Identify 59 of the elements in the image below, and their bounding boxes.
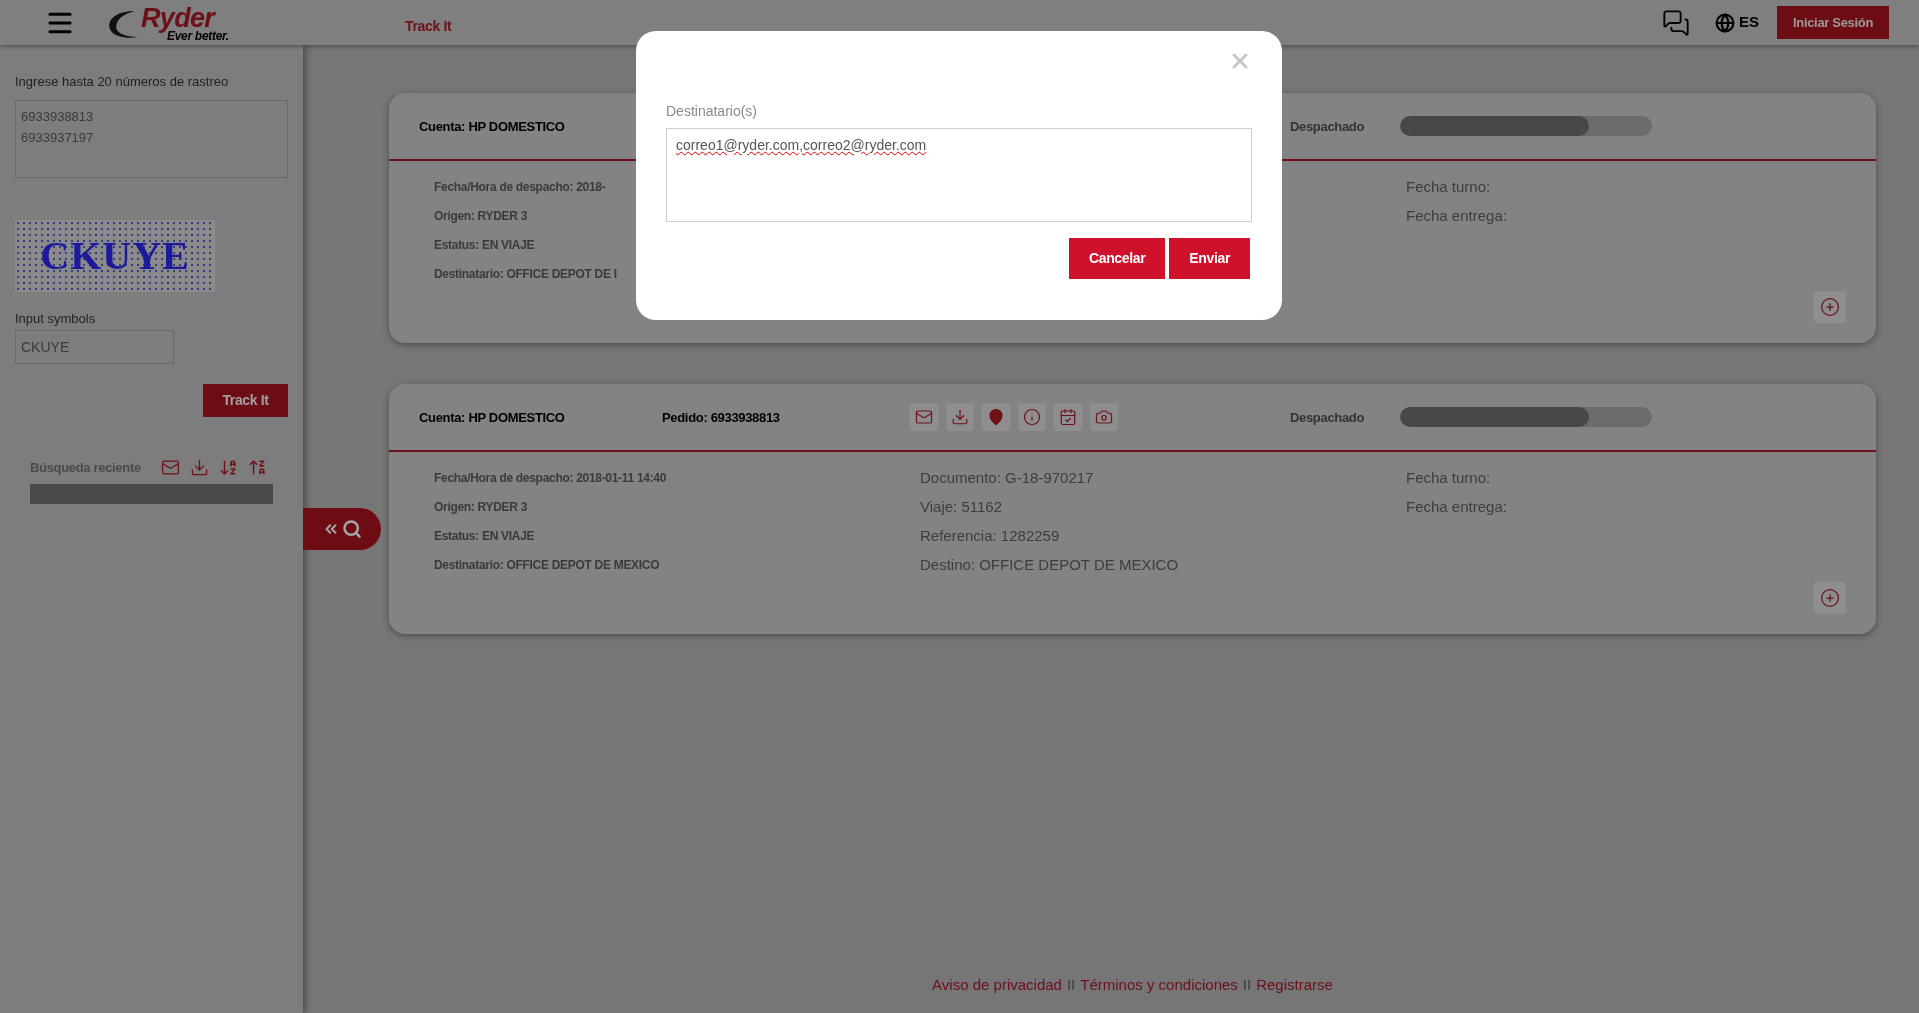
download-icon[interactable] <box>189 458 209 478</box>
date-text: Fecha turno: <box>1406 468 1491 488</box>
document-text: Referencia: 1282259 <box>920 526 1060 546</box>
info-icon[interactable] <box>1018 403 1046 431</box>
tracking-numbers-field[interactable]: 6933938813 6933937197 <box>15 99 288 178</box>
language-selector[interactable]: ES <box>1739 11 1759 34</box>
document-text: Documento: G-18-970217 <box>920 468 1094 488</box>
symbols-field[interactable]: CKUYE <box>15 330 174 364</box>
detail-text: Destinatario: OFFICE DEPOT DE I <box>434 266 617 283</box>
send-button[interactable]: Enviar <box>1169 238 1250 279</box>
plus-circle-icon <box>1820 297 1840 317</box>
document-text: Destino: OFFICE DEPOT DE MEXICO <box>920 555 1179 575</box>
sort-ascending-icon[interactable] <box>218 458 238 478</box>
detail-text: Estatus: EN VIAJE <box>434 528 535 545</box>
footer-link[interactable]: Registrarse <box>1256 973 1333 996</box>
login-button[interactable]: Iniciar Sesión <box>1777 6 1889 39</box>
recipients-label: Destinatario(s) <box>666 102 758 121</box>
logo-tagline: Ever better. <box>167 29 229 42</box>
footer-link[interactable]: Aviso de privacidad <box>932 973 1062 996</box>
footer-link[interactable]: Términos y condiciones <box>1080 973 1238 996</box>
recipients-field[interactable]: correo1@ryder.com,correo2@ryder.com <box>666 128 1252 222</box>
detail-text: Estatus: EN VIAJE <box>434 237 535 254</box>
camera-icon[interactable] <box>1090 403 1118 431</box>
detail-text: Origen: RYDER 3 <box>434 499 528 516</box>
detail-text: Fecha/Hora de despacho: 2018-01-11 14:40 <box>434 470 667 487</box>
expand-button[interactable] <box>1814 582 1846 614</box>
download-icon[interactable] <box>946 403 974 431</box>
detail-text: Origen: RYDER 3 <box>434 208 528 225</box>
sort-descending-icon[interactable] <box>247 458 267 478</box>
expand-button[interactable] <box>1814 291 1846 323</box>
tracking-number: 6933938813 <box>21 107 94 126</box>
map-pin-icon[interactable] <box>982 403 1010 431</box>
date-text: Fecha turno: <box>1406 177 1491 197</box>
account-label: Cuenta: HP DOMESTICO <box>419 119 565 134</box>
status-label: Despachado <box>1290 410 1365 425</box>
collapse-search-tab[interactable] <box>303 508 381 550</box>
mail-icon[interactable] <box>910 403 938 431</box>
cancel-button[interactable]: Cancelar <box>1068 238 1166 279</box>
order-label: Pedido: 6933938813 <box>662 410 780 425</box>
account-label: Cuenta: HP DOMESTICO <box>419 410 565 425</box>
plus-circle-icon <box>1820 588 1840 608</box>
date-text: Fecha entrega: <box>1406 497 1507 517</box>
date-text: Fecha entrega: <box>1406 206 1507 226</box>
document-text: Viaje: 51162 <box>920 497 1003 517</box>
logo-word: Ryder <box>141 4 215 32</box>
status-label: Despachado <box>1290 119 1365 134</box>
detail-text: Destinatario: OFFICE DEPOT DE MEXICO <box>434 557 660 574</box>
nav-link[interactable]: Track It <box>405 16 452 37</box>
captcha-text: CKUYE <box>40 231 190 280</box>
detail-text: Fecha/Hora de despacho: 2018- <box>434 179 606 196</box>
logo[interactable]: Ryder Ever better. <box>105 2 240 43</box>
search-icon <box>342 519 362 539</box>
chat-icon[interactable] <box>1662 8 1690 37</box>
calendar-check-icon[interactable] <box>1054 403 1082 431</box>
globe-icon <box>1715 12 1735 33</box>
symbols-label: Input symbols <box>15 309 96 328</box>
tracking-number: 6933937197 <box>21 129 94 147</box>
tracking-label: Ingrese hasta 20 números de rastreo <box>15 73 229 91</box>
track-button[interactable]: Track It <box>203 384 288 417</box>
